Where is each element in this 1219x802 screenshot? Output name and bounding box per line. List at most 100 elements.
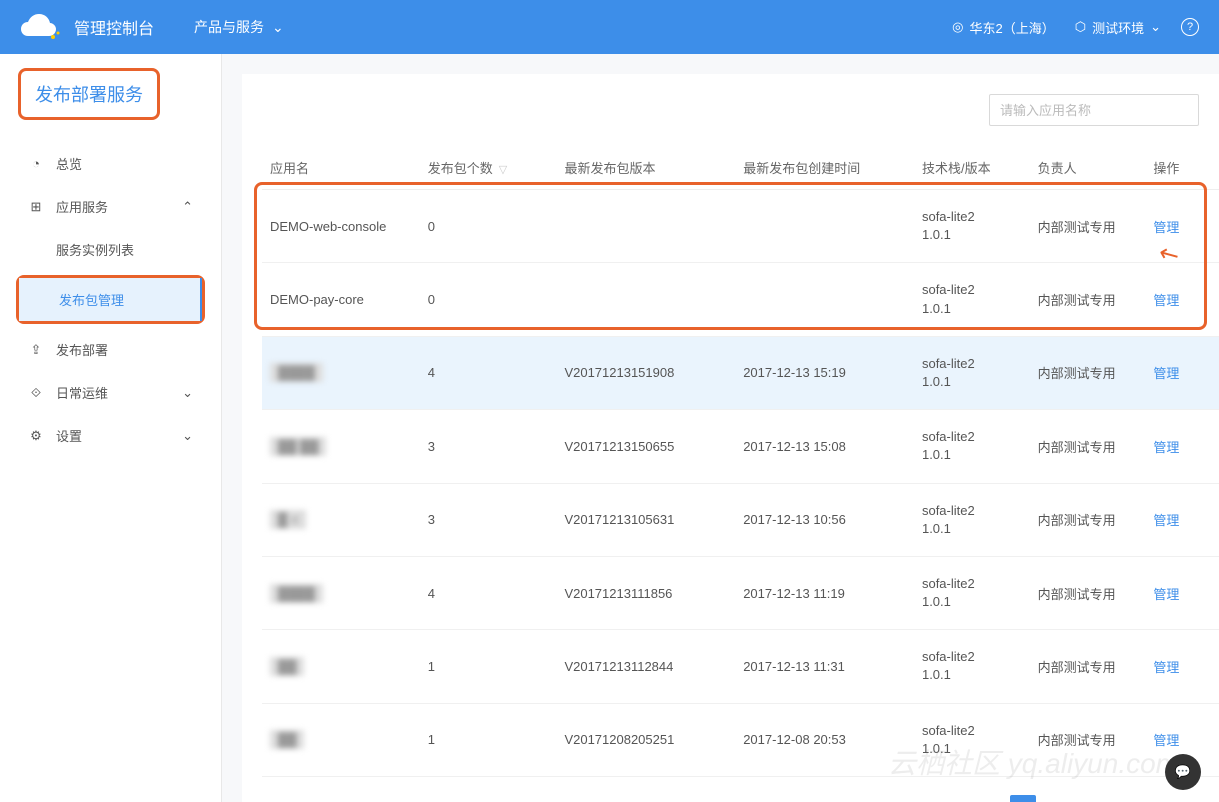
sidebar-item-deploy[interactable]: ⇪ 发布部署: [0, 328, 221, 371]
sidebar-item-label: 日常运维: [56, 383, 108, 402]
cell-count: 0: [420, 263, 557, 336]
deploy-icon: ⇪: [28, 342, 44, 358]
cell-owner: 内部测试专用: [1030, 630, 1146, 703]
cell-action: 管理: [1145, 630, 1219, 703]
cell-version: [556, 263, 735, 336]
sidebar-item-label: 发布包管理: [59, 290, 124, 309]
cell-time: [735, 263, 914, 336]
cell-owner: 内部测试专用: [1030, 336, 1146, 409]
next-page-button[interactable]: ›: [1052, 795, 1078, 802]
apps-icon: ⊞: [28, 199, 44, 215]
sidebar-item-overview[interactable]: ◔ 总览: [0, 142, 221, 185]
sidebar-item-label: 总览: [56, 154, 82, 173]
manage-link[interactable]: 管理: [1153, 293, 1179, 308]
table-row[interactable]: ████ 4 V20171213111856 2017-12-13 11:19 …: [262, 556, 1219, 629]
manage-link[interactable]: 管理: [1153, 660, 1179, 675]
ops-icon: ⟐: [28, 385, 44, 401]
main-content: 应用名 发布包个数▽ 最新发布包版本 最新发布包创建时间 技术栈/版本 负责人 …: [222, 54, 1219, 802]
cell-time: 2017-12-13 11:19: [735, 556, 914, 629]
manage-link[interactable]: 管理: [1153, 587, 1179, 602]
cell-version: [556, 190, 735, 263]
cell-time: [735, 190, 914, 263]
cell-count: 1: [420, 630, 557, 703]
cell-count: 3: [420, 483, 557, 556]
sidebar-item-label: 设置: [56, 426, 82, 445]
cube-icon: ⬡: [1075, 19, 1086, 35]
sidebar-sub-packages[interactable]: 发布包管理: [19, 278, 202, 321]
col-owner: 负责人: [1030, 146, 1146, 190]
col-time: 最新发布包创建时间: [735, 146, 914, 190]
manage-link[interactable]: 管理: [1153, 220, 1179, 235]
table-row[interactable]: ██ 1 V20171208205251 2017-12-08 20:53 so…: [262, 703, 1219, 776]
cell-time: 2017-12-13 10:56: [735, 483, 914, 556]
prev-page-button[interactable]: ‹: [968, 795, 994, 802]
cell-time: 2017-12-13 11:31: [735, 630, 914, 703]
table-row[interactable]: DEMO-pay-core 0 sofa-lite21.0.1 内部测试专用 管…: [262, 263, 1219, 336]
sidebar-item-ops[interactable]: ⟐ 日常运维 ⌄: [0, 371, 221, 414]
table-row[interactable]: ████ 4 V20171213151908 2017-12-13 15:19 …: [262, 336, 1219, 409]
table-row[interactable]: DEMO-web-console 0 sofa-lite21.0.1 内部测试专…: [262, 190, 1219, 263]
help-icon[interactable]: ?: [1181, 18, 1199, 36]
col-stack: 技术栈/版本: [914, 146, 1030, 190]
cell-stack: sofa-lite21.0.1: [914, 703, 1030, 776]
pagination-info: 共 8 条记录 第 1/1 页: [831, 799, 952, 802]
cell-appname: ██: [262, 703, 420, 776]
cell-stack: sofa-lite21.0.1: [914, 263, 1030, 336]
col-version: 最新发布包版本: [556, 146, 735, 190]
filter-icon[interactable]: ▽: [499, 164, 507, 176]
region-label: 华东2（上海）: [969, 18, 1054, 37]
cell-action: 管理: [1145, 410, 1219, 483]
sidebar-item-appservice[interactable]: ⊞ 应用服务 ⌃: [0, 185, 221, 228]
chevron-up-icon: ⌃: [182, 199, 193, 215]
sidebar-item-label: 发布部署: [56, 340, 108, 359]
cell-stack: sofa-lite21.0.1: [914, 483, 1030, 556]
cell-owner: 内部测试专用: [1030, 410, 1146, 483]
cell-count: 4: [420, 556, 557, 629]
table-row[interactable]: ██ ██ 3 V20171213150655 2017-12-13 15:08…: [262, 410, 1219, 483]
manage-link[interactable]: 管理: [1153, 440, 1179, 455]
search-input[interactable]: [989, 94, 1199, 126]
cell-owner: 内部测试专用: [1030, 556, 1146, 629]
env-selector[interactable]: ⬡ 测试环境 ⌄: [1075, 18, 1161, 37]
page-size-selector[interactable]: 10 条/页 ⌄: [1094, 799, 1157, 802]
sidebar-sub-instances[interactable]: 服务实例列表: [56, 228, 221, 271]
cell-stack: sofa-lite21.0.1: [914, 336, 1030, 409]
gear-icon: ⚙: [28, 428, 44, 444]
page-number[interactable]: 1: [1010, 795, 1036, 802]
cell-owner: 内部测试专用: [1030, 483, 1146, 556]
cell-appname: DEMO-pay-core: [262, 263, 420, 336]
chevron-down-icon: ⌄: [272, 19, 284, 36]
cell-owner: 内部测试专用: [1030, 263, 1146, 336]
region-selector[interactable]: ◎ 华东2（上海）: [952, 18, 1055, 37]
console-title: 管理控制台: [74, 15, 154, 39]
cell-time: 2017-12-13 15:19: [735, 336, 914, 409]
col-action: 操作: [1145, 146, 1219, 190]
cell-action: 管理: [1145, 483, 1219, 556]
cell-action: 管理: [1145, 336, 1219, 409]
packages-table: 应用名 发布包个数▽ 最新发布包版本 最新发布包创建时间 技术栈/版本 负责人 …: [262, 146, 1219, 777]
table-row[interactable]: ██ 1 V20171213112844 2017-12-13 11:31 so…: [262, 630, 1219, 703]
products-dropdown[interactable]: 产品与服务 ⌄: [194, 17, 284, 37]
logo-icon: [20, 11, 62, 43]
top-header: 管理控制台 产品与服务 ⌄ ◎ 华东2（上海） ⬡ 测试环境 ⌄ ?: [0, 0, 1219, 54]
cell-count: 3: [420, 410, 557, 483]
cell-action: 管理: [1145, 556, 1219, 629]
cell-version: V20171213112844: [556, 630, 735, 703]
col-count[interactable]: 发布包个数▽: [420, 146, 557, 190]
cell-version: V20171208205251: [556, 703, 735, 776]
cell-time: 2017-12-13 15:08: [735, 410, 914, 483]
sidebar-item-settings[interactable]: ⚙ 设置 ⌄: [0, 414, 221, 457]
sidebar-item-label: 服务实例列表: [56, 240, 134, 259]
manage-link[interactable]: 管理: [1153, 366, 1179, 381]
cell-appname: DEMO-web-console: [262, 190, 420, 263]
cell-count: 4: [420, 336, 557, 409]
cell-action: 管理: [1145, 190, 1219, 263]
manage-link[interactable]: 管理: [1153, 733, 1179, 748]
manage-link[interactable]: 管理: [1153, 513, 1179, 528]
cell-stack: sofa-lite21.0.1: [914, 190, 1030, 263]
service-title: 发布部署服务: [18, 68, 160, 120]
cell-version: V20171213151908: [556, 336, 735, 409]
chevron-down-icon: ⌄: [1150, 19, 1161, 35]
chat-bubble-icon[interactable]: 💬: [1165, 754, 1201, 790]
table-row[interactable]: █ ıt 3 V20171213105631 2017-12-13 10:56 …: [262, 483, 1219, 556]
